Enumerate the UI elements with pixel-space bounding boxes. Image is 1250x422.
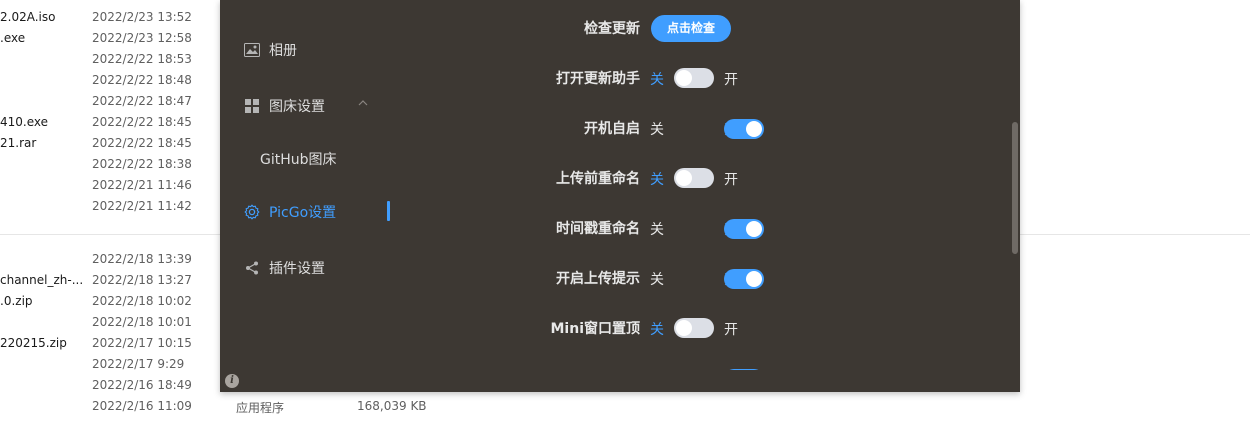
setting-row: 打开更新助手关 开 [392,66,992,90]
image-icon [244,42,260,58]
setting-row: 时间戳重命名关 开 [392,216,992,240]
file-date: 2022/2/22 18:48 [92,73,192,87]
file-date: 2022/2/18 13:27 [92,273,192,287]
setting-row: 关开 [392,366,992,370]
switch-knob [746,221,762,237]
setting-row: 开启上传提示关 开 [392,266,992,290]
sidebar-item-label: 插件设置 [269,261,325,277]
active-indicator [387,201,390,221]
setting-row-check-update: 检查更新 点击检查 [392,15,992,42]
picgo-settings-window: 相册 图床设置 GitHub图床 PicGo设置 插件设置 i 检查更新 点击检… [220,0,1020,392]
sidebar-item-label: PicGo设置 [269,205,337,221]
sidebar-item-album[interactable]: 相册 [244,38,297,62]
sidebar-item-picgo-settings[interactable]: PicGo设置 [244,200,336,224]
file-date: 2022/2/23 13:52 [92,10,192,24]
sidebar-item-plugin-settings[interactable]: 插件设置 [244,256,325,280]
file-date: 2022/2/21 11:42 [92,199,192,213]
grid-icon [244,98,260,114]
file-date: 2022/2/21 11:46 [92,178,192,192]
file-date: 2022/2/23 12:58 [92,31,192,45]
file-name[interactable]: 21.rar [0,136,36,150]
switch-off-text: 关 [650,172,664,188]
file-size: 168,039 KB [357,399,427,413]
file-date: 2022/2/16 18:49 [92,378,192,392]
file-date: 2022/2/22 18:38 [92,157,192,171]
vertical-scrollbar[interactable] [1012,122,1018,254]
switch-on-text: 开 [724,369,738,370]
toggle-switch[interactable] [674,318,714,338]
setting-row: 上传前重命名关 开 [392,166,992,190]
setting-label: 上传前重命名 [556,171,640,187]
gear-icon [244,204,260,220]
file-date: 2022/2/16 11:09 [92,399,192,413]
setting-row: Mini窗口置顶关 开 [392,316,992,340]
switch-off-text: 关 [650,222,664,238]
switch-off-text: 关 [650,122,664,138]
setting-label: 开启上传提示 [556,271,640,287]
chevron-up-icon[interactable] [358,98,368,108]
setting-label: 检查更新 [584,21,640,37]
file-name[interactable]: 220215.zip [0,336,67,350]
file-name[interactable]: 410.exe [0,115,48,129]
switch-off-text: 关 [650,322,664,338]
switch-off-text: 关 [650,369,664,370]
sidebar: 相册 图床设置 GitHub图床 PicGo设置 插件设置 i [220,0,392,392]
file-name[interactable]: .exe [0,31,25,45]
setting-row: 开机自启关 开 [392,116,992,140]
info-icon[interactable]: i [225,374,239,388]
sidebar-item-label: 相册 [269,43,297,59]
file-name[interactable]: 2.02A.iso [0,10,55,24]
toggle-switch[interactable] [674,68,714,88]
toggle-switch[interactable] [674,168,714,188]
setting-label: Mini窗口置顶 [550,321,641,337]
file-type: 应用程序 [236,401,285,415]
check-update-button[interactable]: 点击检查 [651,15,731,42]
file-date: 2022/2/22 18:53 [92,52,192,66]
file-date: 2022/2/18 13:39 [92,252,192,266]
setting-label: 开机自启 [584,121,640,137]
sidebar-item-picbed-settings[interactable]: 图床设置 [244,94,325,118]
switch-off-text: 关 [650,272,664,288]
file-name[interactable]: channel_zh-... [0,273,83,287]
settings-panel: 检查更新 点击检查 打开更新助手关开开机自启关开上传前重命名关开时间戳重命名关开… [392,0,1020,370]
switch-on-text: 开 [724,172,738,188]
sidebar-item-github-picbed[interactable]: GitHub图床 [260,147,337,171]
file-date: 2022/2/17 10:15 [92,336,192,350]
switch-knob [676,320,692,336]
file-date: 2022/2/17 9:29 [92,357,185,371]
switch-on-text: 开 [724,322,738,338]
switch-on-text: 开 [724,72,738,88]
file-date: 2022/2/18 10:01 [92,315,192,329]
switch-knob [676,70,692,86]
sidebar-item-label: GitHub图床 [260,152,337,168]
switch-knob [746,121,762,137]
share-icon [244,260,260,276]
file-date: 2022/2/22 18:45 [92,136,192,150]
file-date: 2022/2/22 18:47 [92,94,192,108]
setting-label: 时间戳重命名 [556,221,640,237]
file-date: 2022/2/18 10:02 [92,294,192,308]
switch-off-text: 关 [650,72,664,88]
switch-on-text: 开 [724,272,738,288]
setting-label: 打开更新助手 [556,71,640,87]
file-date: 2022/2/22 18:45 [92,115,192,129]
switch-on-text: 开 [724,222,738,238]
switch-knob [746,271,762,287]
file-name[interactable]: .0.zip [0,294,33,308]
sidebar-item-label: 图床设置 [269,99,325,115]
switch-on-text: 开 [724,122,738,138]
switch-knob [676,170,692,186]
